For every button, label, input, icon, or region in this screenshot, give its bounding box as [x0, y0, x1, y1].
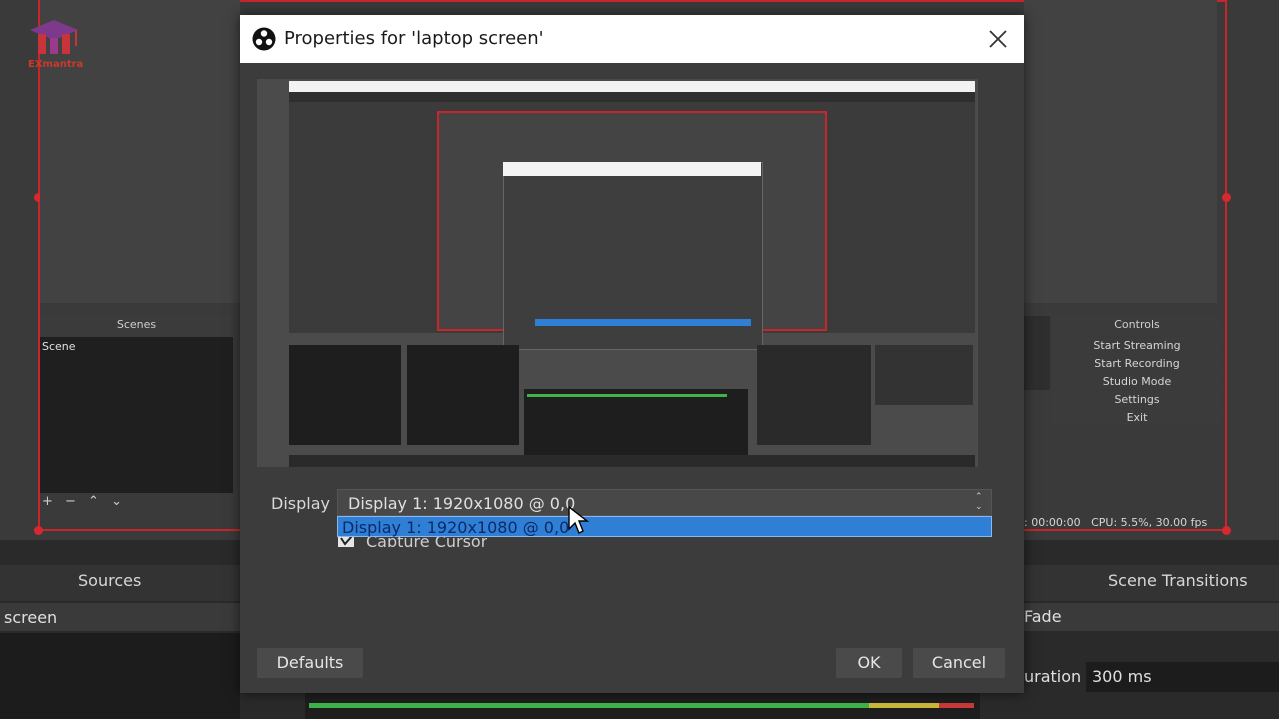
cancel-button[interactable]: Cancel [913, 648, 1005, 678]
dropdown-option-label: Display 1: 1920x1080 @ 0,0 [342, 518, 570, 537]
transitions-mini-panel [1024, 316, 1050, 390]
scenes-header: Scenes [40, 316, 233, 334]
mouse-cursor-icon [568, 505, 589, 534]
captured-right-area [1024, 0, 1217, 303]
display-label: Display [271, 494, 330, 513]
resize-handle-right[interactable] [1222, 193, 1231, 202]
scenes-toolbar[interactable]: + − ⌃ ⌄ [42, 494, 126, 509]
display-dropdown-option[interactable]: Display 1: 1920x1080 @ 0,0 [337, 516, 992, 537]
resize-handle-bottom-left[interactable] [34, 526, 43, 535]
source-list-row[interactable]: screen [0, 603, 240, 631]
scene-transitions-title: Scene Transitions [1108, 571, 1248, 590]
start-streaming-button[interactable]: Start Streaming [1052, 337, 1222, 354]
obs-logo-icon [252, 27, 276, 51]
defaults-button[interactable]: Defaults [257, 648, 363, 678]
updown-arrows-icon: ⌃ ⌄ [975, 492, 983, 512]
logo-text: EXmantra [28, 59, 84, 70]
sources-title: Sources [78, 571, 142, 590]
status-bar-text: : 00:00:00 CPU: 5.5%, 30.00 fps [1024, 516, 1208, 529]
display-select[interactable]: Display 1: 1920x1080 @ 0,0 ⌃ ⌄ [337, 489, 992, 516]
duration-label: uration [1024, 667, 1082, 686]
duration-input[interactable]: 300 ms [1086, 662, 1279, 692]
display-select-value: Display 1: 1920x1080 @ 0,0 [348, 494, 576, 513]
dialog-titlebar[interactable]: Properties for 'laptop screen' [240, 15, 1024, 63]
duration-value: 300 ms [1092, 667, 1152, 686]
scenes-list: Scene [40, 337, 233, 493]
exit-button[interactable]: Exit [1052, 409, 1222, 426]
resize-handle-bottom-right[interactable] [1222, 526, 1231, 535]
scene-list-item[interactable]: Scene [42, 340, 76, 353]
transition-value: Fade [1024, 607, 1062, 626]
sources-list [0, 633, 240, 719]
start-recording-button[interactable]: Start Recording [1052, 355, 1222, 372]
transition-select[interactable]: Fade [1024, 603, 1279, 631]
settings-button[interactable]: Settings [1052, 391, 1222, 408]
audio-mixer [305, 693, 980, 719]
studio-mode-button[interactable]: Studio Mode [1052, 373, 1222, 390]
source-item-label: screen [4, 608, 58, 627]
ok-button[interactable]: OK [836, 648, 902, 678]
dialog-title: Properties for 'laptop screen' [284, 28, 544, 49]
properties-dialog: Properties for 'laptop screen' Display D… [240, 15, 1024, 693]
close-icon[interactable] [984, 25, 1012, 53]
capture-preview [257, 79, 978, 467]
controls-header: Controls [1052, 316, 1222, 334]
